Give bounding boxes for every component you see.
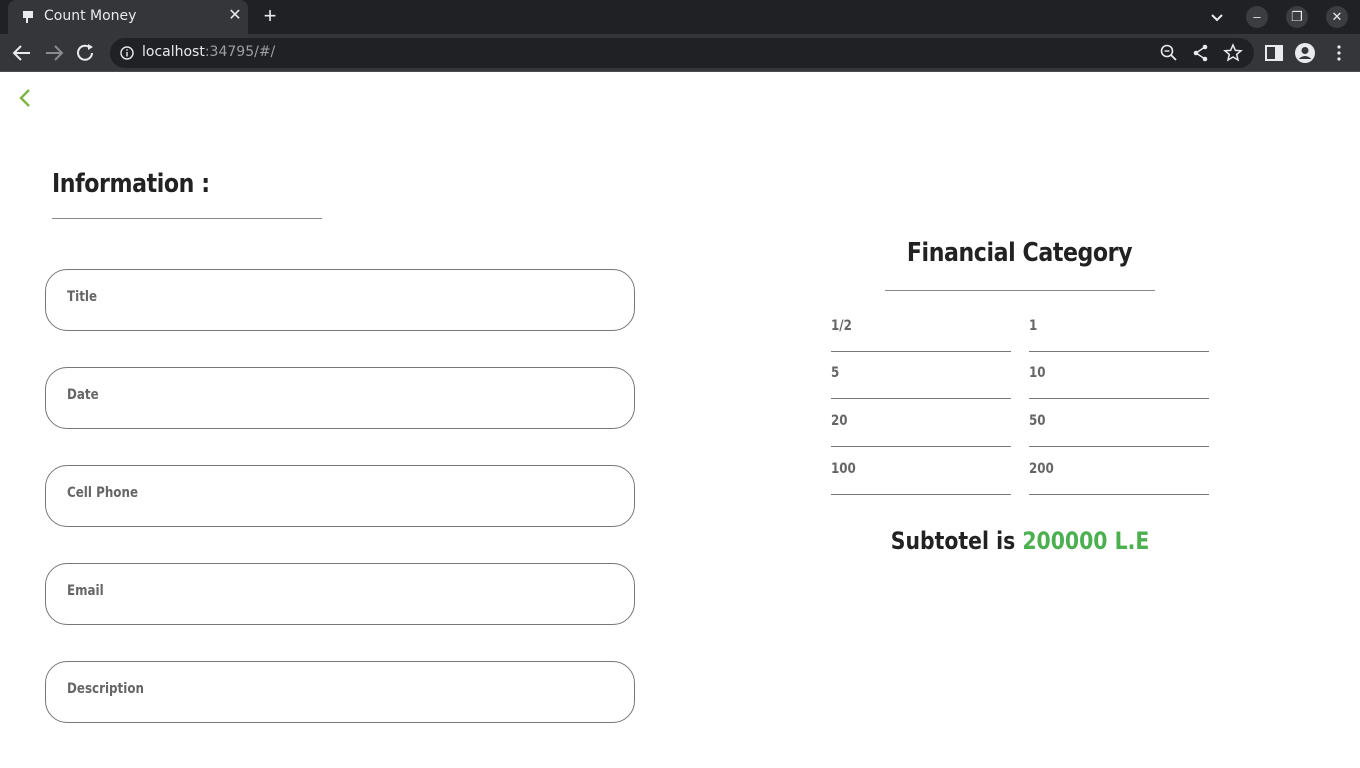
denomination-label: 1	[1029, 318, 1038, 334]
browser-tab-bar: Count Money ✕ + – ❐ ✕	[0, 0, 1360, 34]
cell-phone-field-label: Cell Phone	[67, 485, 139, 501]
restore-icon[interactable]: ❐	[1286, 6, 1308, 28]
page-content: Information : Title Date Cell Phone Emai…	[0, 73, 1360, 768]
subtotal-amount: 200000 L.E	[1022, 527, 1150, 555]
denomination-input-1[interactable]: 1	[1029, 308, 1209, 352]
tab-title: Count Money	[44, 8, 137, 24]
side-panel-icon[interactable]	[1263, 42, 1285, 64]
tab-search-icon[interactable]	[1206, 6, 1228, 28]
denomination-input-5[interactable]: 5	[831, 355, 1011, 399]
reload-icon[interactable]	[74, 42, 98, 64]
page-favicon-icon	[23, 11, 33, 23]
denomination-label: 5	[831, 365, 840, 381]
denomination-input-20[interactable]: 20	[831, 403, 1011, 447]
forward-icon[interactable]	[42, 42, 66, 64]
zoom-icon[interactable]	[1159, 43, 1179, 63]
title-field[interactable]: Title	[45, 269, 635, 331]
title-field-label: Title	[67, 289, 98, 305]
back-arrow-icon[interactable]	[16, 87, 34, 109]
information-heading: Information :	[52, 169, 210, 199]
financial-category-divider	[885, 290, 1155, 291]
subtotal-prefix: Subtotel is	[890, 527, 1016, 555]
denomination-input-100[interactable]: 100	[831, 451, 1011, 495]
date-field[interactable]: Date	[45, 367, 635, 429]
denomination-input-10[interactable]: 10	[1029, 355, 1209, 399]
address-bar[interactable]: localhost:34795/#/	[110, 38, 1254, 68]
date-field-label: Date	[67, 387, 99, 403]
description-field[interactable]: Description	[45, 661, 635, 723]
url-text: localhost:34795/#/	[142, 44, 276, 60]
subtotal: Subtotel is 200000 L.E	[830, 527, 1210, 555]
denomination-input-50[interactable]: 50	[1029, 403, 1209, 447]
profile-avatar-icon[interactable]	[1294, 42, 1316, 64]
information-divider	[52, 218, 322, 219]
minimize-icon[interactable]: –	[1246, 6, 1268, 28]
description-field-label: Description	[67, 681, 144, 697]
bookmark-star-icon[interactable]	[1223, 43, 1243, 63]
share-icon[interactable]	[1191, 43, 1211, 63]
browser-toolbar: localhost:34795/#/	[0, 34, 1360, 72]
denomination-input-half[interactable]: 1/2	[831, 308, 1011, 352]
denomination-label: 200	[1029, 461, 1054, 477]
denomination-label: 100	[831, 461, 856, 477]
site-info-icon[interactable]	[120, 46, 134, 60]
cell-phone-field[interactable]: Cell Phone	[45, 465, 635, 527]
denomination-label: 50	[1029, 413, 1046, 429]
financial-category-heading: Financial Category	[907, 238, 1133, 268]
close-window-icon[interactable]: ✕	[1326, 6, 1348, 28]
email-field[interactable]: Email	[45, 563, 635, 625]
denomination-label: 20	[831, 413, 848, 429]
denomination-input-200[interactable]: 200	[1029, 451, 1209, 495]
denomination-label: 1/2	[831, 318, 852, 334]
browser-tab[interactable]: Count Money ✕	[8, 0, 248, 34]
new-tab-icon[interactable]: +	[258, 5, 282, 28]
email-field-label: Email	[67, 583, 104, 599]
denomination-label: 10	[1029, 365, 1046, 381]
tab-close-icon[interactable]: ✕	[225, 6, 245, 26]
browser-menu-icon[interactable]	[1328, 42, 1350, 64]
back-icon[interactable]	[10, 42, 34, 64]
